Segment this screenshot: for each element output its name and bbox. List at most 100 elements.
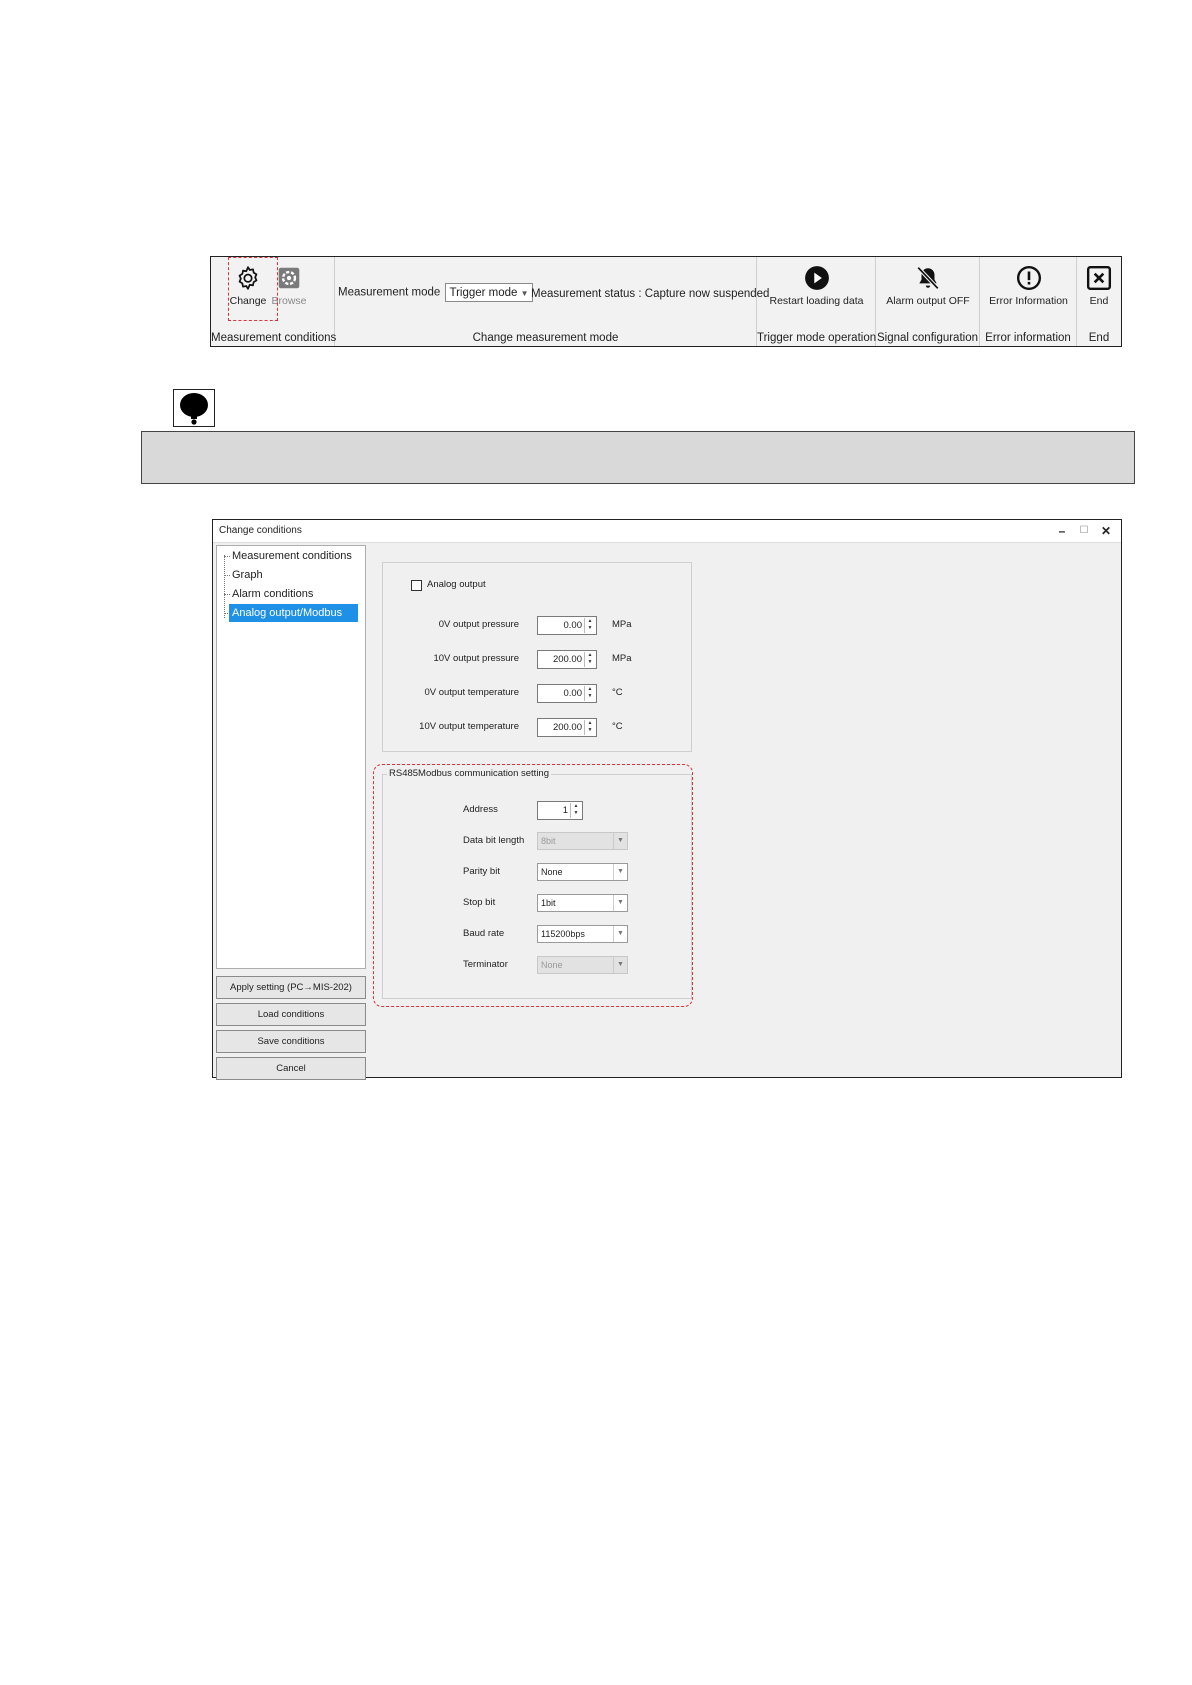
field-label: 0V output pressure (438, 619, 519, 630)
input-value: 0.00 (563, 688, 583, 699)
error-information-button[interactable]: Error Information (980, 265, 1077, 307)
spin-arrows-icon[interactable]: ▲ ▼ (584, 720, 595, 735)
unit-label: °C (612, 721, 623, 732)
select-value: 115200bps (541, 929, 585, 939)
close-box-icon (1086, 265, 1112, 291)
lightbulb-icon (180, 393, 208, 425)
load-conditions-button[interactable]: Load conditions (216, 1003, 366, 1026)
end-button[interactable]: End (1077, 265, 1121, 307)
maximize-icon[interactable]: ☐ (1073, 520, 1095, 542)
group-caption: Measurement conditions (211, 332, 337, 344)
terminator-select[interactable]: None ▼ (537, 956, 628, 974)
temperature-10v-input[interactable]: 200.00 ▲ ▼ (537, 718, 597, 737)
data-bit-label: Data bit length (463, 835, 525, 846)
group-caption: Change measurement mode (472, 332, 619, 344)
cancel-button[interactable]: Cancel (216, 1057, 366, 1080)
field-label: 0V output temperature (424, 687, 519, 698)
input-value: 0.00 (563, 620, 583, 631)
address-input[interactable]: 1 ▲ ▼ (537, 801, 583, 820)
dropdown-arrow-icon: ▼ (613, 926, 627, 942)
select-value: 1bit (541, 898, 556, 908)
measurement-mode-select[interactable]: Trigger mode ▼ (445, 283, 534, 302)
terminator-label: Terminator (463, 959, 508, 970)
group-error-information: Error Information Error information (980, 257, 1077, 346)
alarm-output-button[interactable]: Alarm output OFF (876, 265, 980, 307)
spin-arrows-icon[interactable]: ▲ ▼ (584, 686, 595, 701)
measurement-mode-label: Measurement mode (338, 286, 441, 299)
dropdown-arrow-icon: ▼ (613, 957, 627, 973)
field-label: 10V output pressure (433, 653, 519, 664)
measurement-mode-row: Measurement mode Trigger mode ▼ (338, 283, 534, 302)
unit-label: °C (612, 687, 623, 698)
dropdown-arrow-icon: ▼ (520, 289, 529, 298)
rs485-legend: RS485Modbus communication setting (387, 768, 552, 779)
analog-output-checkbox[interactable] (411, 580, 422, 591)
apply-setting-button[interactable]: Apply setting (PC→MIS-202) (216, 976, 366, 999)
alarm-label: Alarm output OFF (886, 295, 970, 307)
browse-button[interactable]: Browse (260, 265, 318, 307)
browse-label: Browse (271, 295, 307, 307)
gear-box-icon (278, 267, 300, 289)
gear-icon (238, 266, 258, 290)
parity-bit-label: Parity bit (463, 866, 500, 877)
ribbon-toolbar: Change Browse Measurement conditions Mea… (210, 256, 1122, 347)
dialog-title: Change conditions (219, 525, 302, 536)
spin-arrows-icon[interactable]: ▲ ▼ (570, 803, 581, 818)
input-value: 200.00 (552, 722, 582, 733)
temperature-0v-input[interactable]: 0.00 ▲ ▼ (537, 684, 597, 703)
input-value: 200.00 (552, 654, 582, 665)
dropdown-arrow-icon: ▼ (613, 895, 627, 911)
restart-loading-button[interactable]: Restart loading data (757, 265, 876, 307)
group-end: End End (1077, 257, 1121, 346)
baud-rate-select[interactable]: 115200bps ▼ (537, 925, 628, 943)
settings-tree: Measurement conditions Graph Alarm condi… (216, 545, 366, 969)
dropdown-arrow-icon: ▼ (613, 833, 627, 849)
group-signal-configuration: Alarm output OFF Signal configuration (876, 257, 980, 346)
pressure-0v-input[interactable]: 0.00 ▲ ▼ (537, 616, 597, 635)
bell-off-icon (916, 266, 940, 290)
play-icon (804, 266, 829, 290)
unit-label: MPa (612, 653, 632, 664)
input-value: 1 (562, 805, 568, 816)
baud-rate-label: Baud rate (463, 928, 505, 939)
restart-label: Restart loading data (769, 295, 864, 307)
address-label: Address (463, 804, 498, 815)
field-label: 10V output temperature (419, 721, 519, 732)
end-label: End (1089, 295, 1109, 307)
analog-output-label: Analog output (427, 579, 486, 590)
select-value: None (541, 867, 563, 877)
pressure-10v-input[interactable]: 200.00 ▲ ▼ (537, 650, 597, 669)
close-icon[interactable]: ✕ (1095, 520, 1117, 542)
dialog-titlebar: Change conditions – ☐ ✕ (213, 520, 1121, 543)
tree-item-graph[interactable]: Graph (229, 566, 266, 584)
group-caption: Signal configuration (876, 332, 978, 344)
group-caption: End (1088, 332, 1110, 344)
minimize-icon[interactable]: – (1051, 520, 1073, 542)
select-value: 8bit (541, 836, 556, 846)
parity-bit-select[interactable]: None ▼ (537, 863, 628, 881)
spin-arrows-icon[interactable]: ▲ ▼ (584, 652, 595, 667)
rs485-modbus-group: RS485Modbus communication setting Addres… (382, 768, 692, 999)
save-conditions-button[interactable]: Save conditions (216, 1030, 366, 1053)
measurement-status: Measurement status : Capture now suspend… (531, 288, 770, 300)
tree-item-analog-output-modbus[interactable]: Analog output/Modbus (229, 604, 358, 622)
dropdown-arrow-icon: ▼ (613, 864, 627, 880)
tree-item-measurement-conditions[interactable]: Measurement conditions (229, 547, 355, 565)
note-icon (173, 389, 215, 427)
group-caption: Trigger mode operation (757, 332, 877, 344)
data-bit-select[interactable]: 8bit ▼ (537, 832, 628, 850)
group-measurement-conditions: Change Browse Measurement conditions (211, 257, 337, 346)
spin-arrows-icon[interactable]: ▲ ▼ (584, 618, 595, 633)
group-caption: Error information (985, 332, 1071, 344)
analog-output-group: Analog output 0V output pressure 0.00 ▲ ▼ … (382, 562, 692, 752)
group-change-measurement-mode: Measurement mode Trigger mode ▼ Measurem… (335, 257, 769, 346)
error-label: Error Information (989, 295, 1068, 307)
exclamation-icon (1016, 265, 1041, 291)
select-value: None (541, 960, 563, 970)
measurement-mode-value: Trigger mode (449, 287, 518, 299)
stop-bit-label: Stop bit (463, 897, 496, 908)
group-trigger-mode-operation: Restart loading data Trigger mode operat… (757, 257, 876, 346)
stop-bit-select[interactable]: 1bit ▼ (537, 894, 628, 912)
tree-item-alarm-conditions[interactable]: Alarm conditions (229, 585, 316, 603)
change-conditions-dialog: Change conditions – ☐ ✕ Measurement cond… (212, 519, 1122, 1080)
